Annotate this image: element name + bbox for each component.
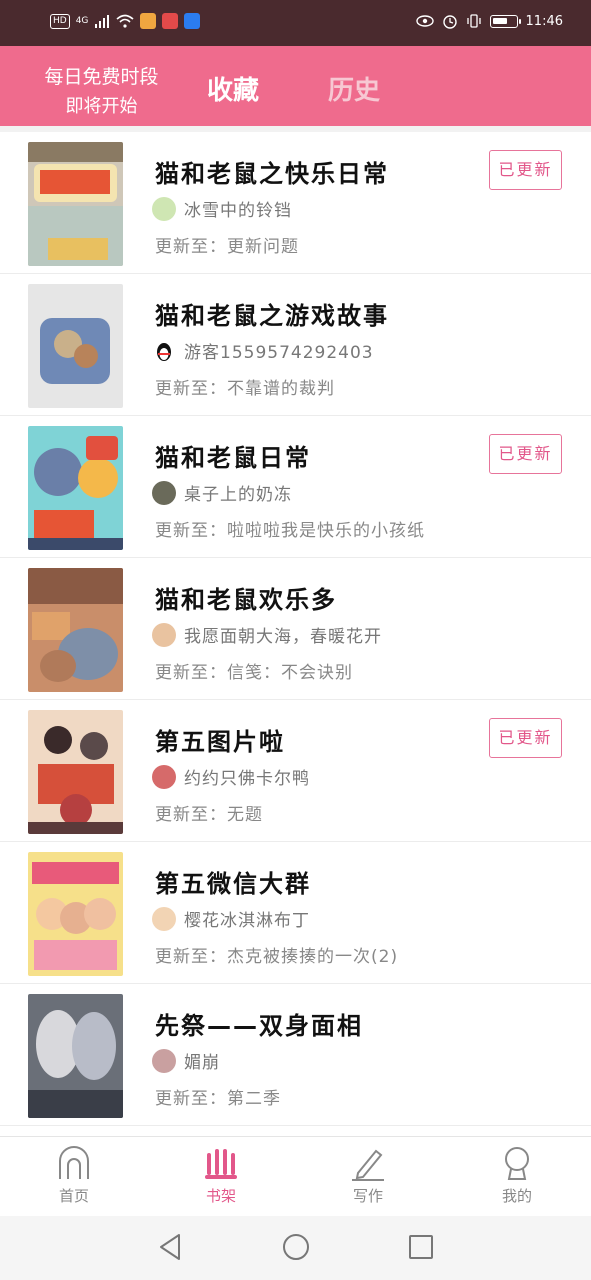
- list-item[interactable]: 猫和老鼠之游戏故事 游客1559574292403 更新至：不靠谱的裁判: [0, 274, 591, 416]
- home-arch-icon: [59, 1146, 89, 1179]
- notification-app-icon: [140, 13, 157, 29]
- author-line: 樱花冰淇淋布丁: [152, 906, 310, 931]
- update-status: 更新至：更新问题: [155, 237, 299, 257]
- tab-history[interactable]: 历史: [328, 70, 380, 107]
- wifi-icon: [116, 14, 134, 28]
- promo-line2: 即将开始: [65, 96, 138, 117]
- book-title[interactable]: 第五图片啦: [155, 722, 285, 757]
- network-type: 4G: [75, 16, 89, 26]
- app-header: 每日免费时段 即将开始 收藏 历史: [0, 46, 591, 126]
- free-time-promo[interactable]: 每日免费时段 即将开始: [24, 62, 179, 122]
- status-right: 11:46: [415, 13, 563, 29]
- author-avatar: [152, 1048, 176, 1073]
- book-title[interactable]: 猫和老鼠之游戏故事: [155, 296, 389, 331]
- book-cover[interactable]: [28, 142, 123, 266]
- book-app-icon: [162, 13, 179, 29]
- book-cover[interactable]: [28, 852, 123, 976]
- author-avatar: [152, 480, 176, 505]
- nav-bookshelf-label: 书架: [205, 1187, 236, 1205]
- battery-level: [492, 17, 508, 24]
- list-item[interactable]: 先祭——双身面相 媚崩 更新至：第二季: [0, 984, 591, 1126]
- home-circle-icon[interactable]: [281, 1232, 311, 1262]
- pen-icon: [352, 1149, 384, 1181]
- author-avatar: [152, 622, 176, 647]
- book-cover[interactable]: [28, 994, 123, 1118]
- bookshelf-list[interactable]: 猫和老鼠之快乐日常 冰雪中的铃铛 更新至：更新问题 已更新 猫和老鼠之游戏故事 …: [0, 132, 591, 1136]
- book-title[interactable]: 第五微信大群: [155, 864, 311, 899]
- book-title[interactable]: 猫和老鼠欢乐多: [155, 580, 337, 615]
- signal-icon: [95, 15, 110, 28]
- book-title[interactable]: 先祭——双身面相: [155, 1006, 363, 1041]
- status-bar: HD 4G 11:46: [0, 0, 591, 46]
- nav-home[interactable]: 首页: [24, 1145, 124, 1206]
- author-name: 冰雪中的铃铛: [184, 201, 292, 221]
- recents-square-icon[interactable]: [407, 1232, 435, 1262]
- author-name: 媚崩: [184, 1053, 220, 1073]
- book-title[interactable]: 猫和老鼠日常: [155, 438, 311, 473]
- bookshelf-icon: [205, 1149, 237, 1179]
- author-avatar: [152, 196, 176, 221]
- alarm-icon: [442, 15, 457, 29]
- update-status: 更新至：啦啦啦我是快乐的小孩纸: [155, 521, 425, 541]
- nav-home-label: 首页: [58, 1187, 89, 1205]
- book-title[interactable]: 猫和老鼠之快乐日常: [155, 154, 389, 189]
- updated-badge: 已更新: [489, 150, 562, 190]
- user-head-icon: [505, 1147, 529, 1180]
- book-cover[interactable]: [28, 426, 123, 550]
- updated-badge: 已更新: [489, 718, 562, 758]
- author-name: 我愿面朝大海，春暖花开: [184, 627, 382, 647]
- list-item[interactable]: 猫和老鼠日常 桌子上的奶冻 更新至：啦啦啦我是快乐的小孩纸 已更新: [0, 416, 591, 558]
- eye-icon: [415, 15, 434, 27]
- author-name: 樱花冰淇淋布丁: [184, 911, 310, 931]
- nav-mine-label: 我的: [501, 1187, 532, 1205]
- author-line: 游客1559574292403: [152, 338, 374, 363]
- list-item[interactable]: 猫和老鼠之快乐日常 冰雪中的铃铛 更新至：更新问题 已更新: [0, 132, 591, 274]
- promo-line1: 每日免费时段: [44, 66, 159, 88]
- author-line: 冰雪中的铃铛: [152, 196, 292, 221]
- tab-favorites[interactable]: 收藏: [207, 70, 259, 107]
- update-status: 更新至：无题: [155, 805, 263, 825]
- nav-mine[interactable]: 我的: [467, 1145, 567, 1206]
- author-line: 桌子上的奶冻: [152, 480, 292, 505]
- author-line: 我愿面朝大海，春暖花开: [152, 622, 382, 647]
- author-line: 约约只佛卡尔鸭: [152, 764, 310, 789]
- update-status: 更新至：杰克被揍揍的一次(2): [155, 947, 399, 967]
- nav-write-label: 写作: [352, 1187, 383, 1205]
- video-app-icon: [184, 13, 201, 29]
- back-icon[interactable]: [157, 1232, 183, 1262]
- book-cover[interactable]: [28, 284, 123, 408]
- update-status: 更新至：信笺：不会诀别: [155, 663, 353, 683]
- book-cover[interactable]: [28, 568, 123, 692]
- clock: 11:46: [525, 13, 563, 29]
- battery-icon: [489, 14, 521, 28]
- bottom-nav: 首页 书架 写作 我的: [0, 1136, 591, 1216]
- nav-write[interactable]: 写作: [318, 1145, 418, 1206]
- author-name: 桌子上的奶冻: [184, 485, 292, 505]
- author-name: 约约只佛卡尔鸭: [184, 769, 310, 789]
- vibrate-icon: [466, 14, 481, 28]
- author-avatar: [152, 764, 176, 789]
- updated-badge: 已更新: [489, 434, 562, 474]
- author-line: 媚崩: [152, 1048, 220, 1073]
- update-status: 更新至：第二季: [155, 1089, 281, 1109]
- book-cover[interactable]: [28, 710, 123, 834]
- author-name: 游客1559574292403: [184, 343, 374, 363]
- status-left: HD 4G: [50, 13, 201, 29]
- list-item[interactable]: 猫和老鼠欢乐多 我愿面朝大海，春暖花开 更新至：信笺：不会诀别: [0, 558, 591, 700]
- list-item[interactable]: 第五图片啦 约约只佛卡尔鸭 更新至：无题 已更新: [0, 700, 591, 842]
- system-nav-bar: [0, 1216, 591, 1280]
- hd-indicator: HD: [50, 13, 70, 29]
- qq-penguin-icon: [157, 342, 171, 361]
- update-status: 更新至：不靠谱的裁判: [155, 379, 335, 399]
- nav-bookshelf[interactable]: 书架: [171, 1145, 271, 1206]
- author-avatar: [152, 906, 176, 931]
- list-item[interactable]: 第五微信大群 樱花冰淇淋布丁 更新至：杰克被揍揍的一次(2): [0, 842, 591, 984]
